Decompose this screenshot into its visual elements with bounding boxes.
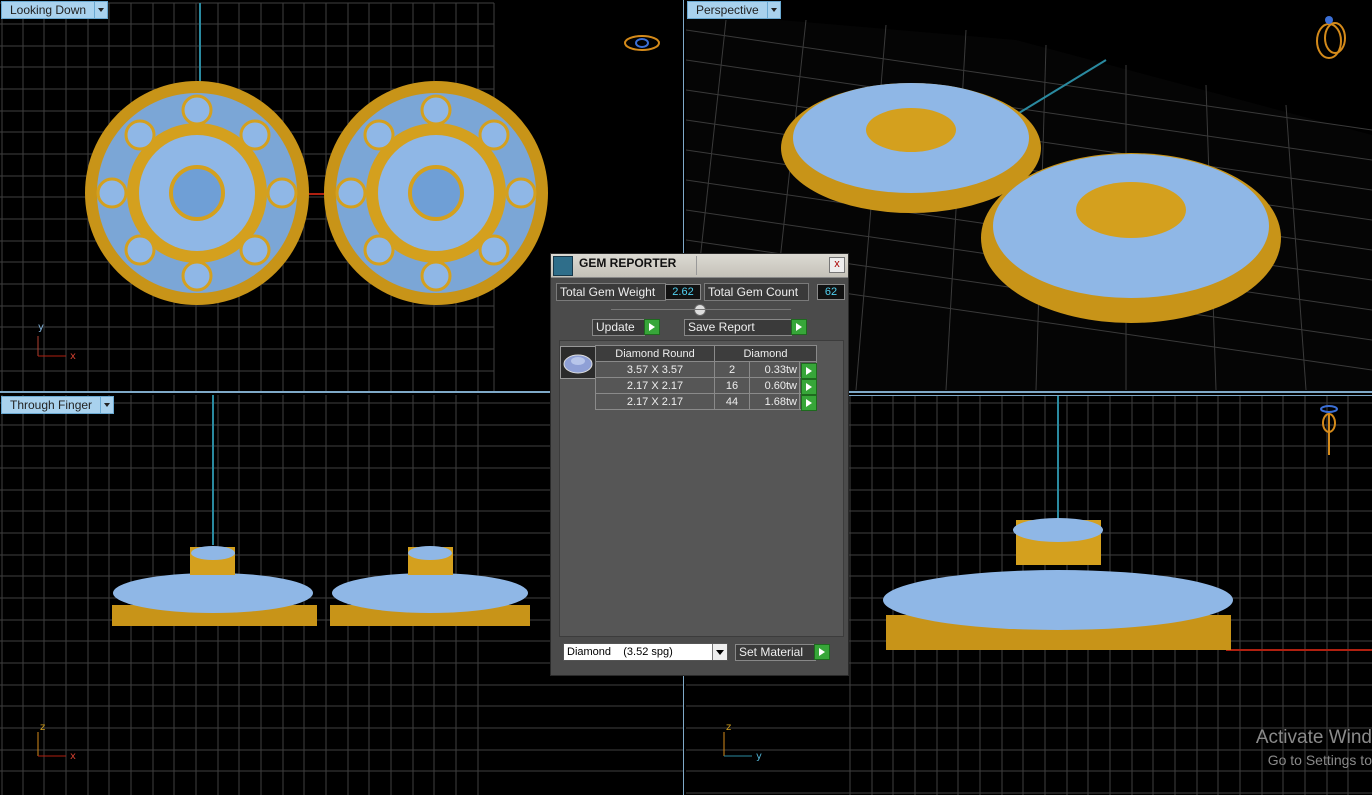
total-gem-count-label: Total Gem Count [704,283,809,301]
gem-reporter-panel[interactable]: GEM REPORTER x Total Gem Weight 2.62 Tot… [550,253,849,676]
earring-side-right[interactable] [330,546,530,626]
total-gem-weight-label: Total Gem Weight [556,283,666,301]
gem-weight: 0.60tw [749,377,800,394]
axis-label-z: z [40,722,45,733]
collapse-icon[interactable] [694,304,706,316]
close-icon[interactable]: x [829,257,845,273]
save-report-go-icon[interactable] [791,319,807,335]
viewport-label-through-finger[interactable]: Through Finger [1,396,115,414]
gem-size: 2.17 X 2.17 [595,377,715,394]
viewport-label-looking-down[interactable]: Looking Down [1,1,109,19]
update-button[interactable]: Update [592,319,645,336]
diamond-icon [563,354,593,374]
chevron-down-icon[interactable] [95,1,109,19]
gem-reporter-icon [553,256,573,276]
viewport-title[interactable]: Looking Down [1,1,96,19]
row-go-icon[interactable] [801,395,817,411]
earring-side-view[interactable] [883,518,1233,650]
total-gem-count-value: 62 [817,284,845,300]
ring-view-icon[interactable] [624,35,660,51]
chevron-down-icon[interactable] [712,644,727,660]
gem-weight: 0.33tw [749,361,800,378]
viewport-title[interactable]: Perspective [687,1,768,19]
viewport-label-perspective[interactable]: Perspective [687,1,781,19]
earring-side-left[interactable] [112,546,317,626]
gem-count: 44 [714,393,750,410]
table-row[interactable]: 3.57 X 3.57 2 0.33tw [595,361,817,379]
ring-perspective-icon[interactable] [1316,16,1346,59]
panel-title: GEM REPORTER [579,256,677,270]
chevron-down-icon[interactable] [767,1,781,19]
ring-side-icon[interactable] [1320,405,1338,455]
viewport-title[interactable]: Through Finger [1,396,102,414]
axis-label-x: x [70,351,76,362]
gem-weight: 1.68tw [749,393,800,410]
gem-count: 2 [714,361,750,378]
earring-model-front[interactable] [981,153,1281,323]
earring-model-right[interactable] [324,81,548,305]
col-header-shape: Diamond Round [595,345,715,362]
col-header-material: Diamond [714,345,817,362]
gem-size: 2.17 X 2.17 [595,393,715,410]
title-divider [696,256,697,275]
gem-table: Diamond Round Diamond 3.57 X 3.57 2 0.33… [595,345,817,411]
collapse-divider [611,309,791,310]
update-go-icon[interactable] [644,319,660,335]
gem-thumbnail-icon[interactable] [560,346,596,379]
axis-label-y: y [756,751,762,762]
axis-label-x: x [70,751,76,762]
gem-size: 3.57 X 3.57 [595,361,715,378]
save-report-button[interactable]: Save Report [684,319,792,336]
axis-label-y: y [38,322,44,333]
set-material-button[interactable]: Set Material [735,644,816,661]
material-select-value: Diamond (3.52 spg) [567,646,673,658]
table-row[interactable]: 2.17 X 2.17 44 1.68tw [595,393,817,411]
material-select[interactable]: Diamond (3.52 spg) [563,643,728,661]
watermark-settings: Go to Settings to [1267,752,1372,768]
table-row[interactable]: 2.17 X 2.17 16 0.60tw [595,377,817,395]
panel-titlebar[interactable]: GEM REPORTER x [551,254,848,278]
earring-model-back[interactable] [781,83,1041,213]
set-material-go-icon[interactable] [814,644,830,660]
chevron-down-icon[interactable] [101,396,115,414]
gem-count: 16 [714,377,750,394]
axis-label-z: z [726,722,731,733]
earring-model-left[interactable] [85,81,309,305]
watermark-activate: Activate Wind [1255,727,1372,748]
total-gem-weight-value: 2.62 [665,284,701,300]
